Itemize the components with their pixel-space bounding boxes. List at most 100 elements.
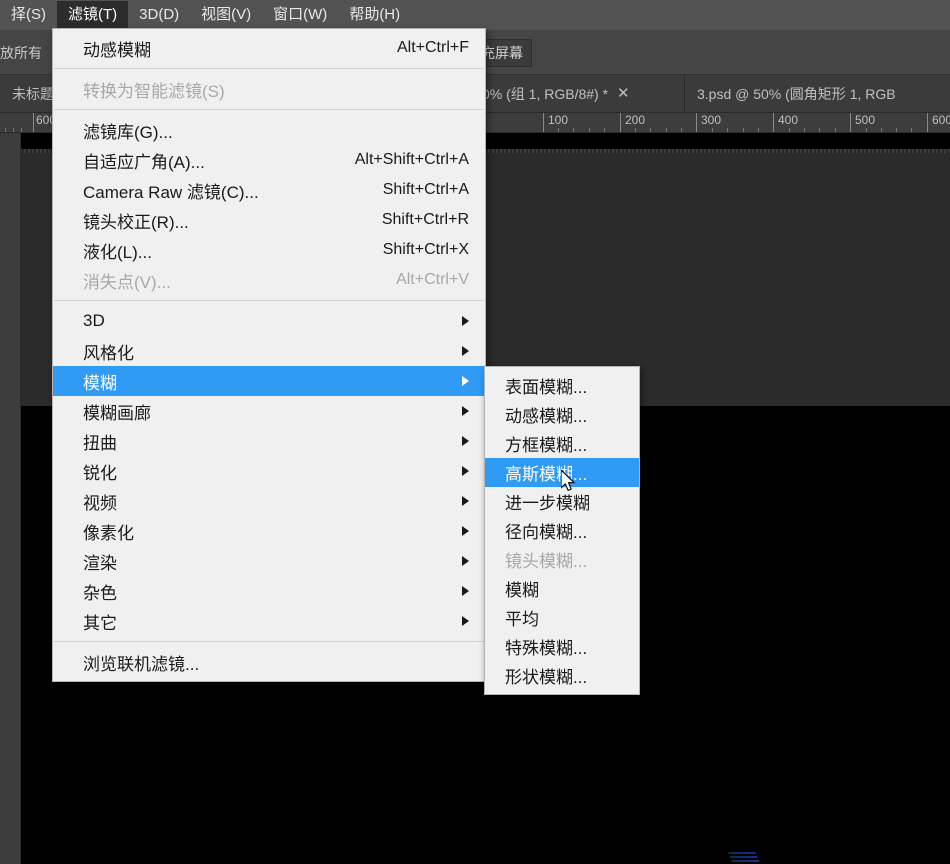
- filter-menu-panel: 动感模糊 Alt+Ctrl+F 转换为智能滤镜(S) 滤镜库(G)... 自适应广角(A…: [52, 28, 486, 682]
- chevron-right-icon: [462, 526, 469, 536]
- menu-item-label: 自适应广角(A)...: [83, 152, 205, 172]
- menu-item: 转换为智能滤镜(S): [53, 74, 485, 104]
- submenu-item[interactable]: 形状模糊...: [485, 661, 639, 690]
- menu-item-label: 消失点(V)...: [83, 272, 171, 292]
- menu-item-label: 锐化: [83, 463, 117, 483]
- menubar-item-view[interactable]: 视图(V): [190, 1, 262, 29]
- submenu-item: 镜头模糊...: [485, 545, 639, 574]
- menu-item-label: 转换为智能滤镜(S): [83, 81, 225, 101]
- canvas-artwork-stripes: [700, 822, 950, 864]
- menu-item: 消失点(V)... Alt+Ctrl+V: [53, 265, 485, 295]
- menu-item-shortcut: Alt+Ctrl+F: [396, 39, 469, 56]
- menu-item-label: 像素化: [83, 523, 134, 543]
- menu-bar: 择(S) 滤镜(T) 3D(D) 视图(V) 窗口(W) 帮助(H): [0, 0, 950, 30]
- menu-item[interactable]: 模糊画廊: [53, 396, 485, 426]
- menu-item[interactable]: 模糊: [53, 366, 485, 396]
- submenu-item-label: 径向模糊...: [505, 523, 588, 542]
- ruler-label: 200: [625, 113, 646, 127]
- chevron-right-icon: [462, 496, 469, 506]
- menu-item[interactable]: 滤镜库(G)...: [53, 115, 485, 145]
- menu-item[interactable]: 锐化: [53, 456, 485, 486]
- submenu-item[interactable]: 平均: [485, 603, 639, 632]
- menu-item[interactable]: 杂色: [53, 576, 485, 606]
- menubar-item-help[interactable]: 帮助(H): [338, 1, 411, 29]
- submenu-item-label: 模糊: [505, 581, 539, 600]
- submenu-item-label: 平均: [505, 610, 539, 629]
- submenu-item[interactable]: 动感模糊...: [485, 400, 639, 429]
- submenu-item[interactable]: 表面模糊...: [485, 371, 639, 400]
- menu-item-shortcut: Shift+Ctrl+R: [381, 211, 469, 228]
- submenu-item-label: 镜头模糊...: [505, 552, 588, 571]
- menu-item[interactable]: 扭曲: [53, 426, 485, 456]
- menu-item-label: 液化(L)...: [83, 242, 152, 262]
- menu-item-label: Camera Raw 滤镜(C)...: [83, 182, 259, 202]
- menu-item-label: 风格化: [83, 343, 134, 363]
- tab-title: 未标题: [12, 85, 54, 102]
- menu-item[interactable]: 浏览联机滤镜...: [53, 647, 485, 677]
- menu-item[interactable]: 渲染: [53, 546, 485, 576]
- close-icon[interactable]: ✕: [617, 86, 630, 101]
- submenu-item[interactable]: 特殊模糊...: [485, 632, 639, 661]
- submenu-item-label: 动感模糊...: [505, 407, 588, 426]
- options-left-text: 放所有: [0, 45, 42, 61]
- menu-item-label: 扭曲: [83, 433, 117, 453]
- chevron-right-icon: [462, 316, 469, 326]
- menu-item-shortcut: Alt+Ctrl+V: [396, 271, 469, 288]
- submenu-item[interactable]: 径向模糊...: [485, 516, 639, 545]
- menu-separator: [54, 641, 484, 642]
- menubar-item-select[interactable]: 择(S): [0, 1, 57, 29]
- submenu-item[interactable]: 进一步模糊: [485, 487, 639, 516]
- chevron-right-icon: [462, 616, 469, 626]
- chevron-right-icon: [462, 406, 469, 416]
- menu-item-label: 镜头校正(R)...: [83, 212, 189, 232]
- ruler-label: 400: [778, 113, 799, 127]
- ruler-label: 100: [548, 113, 569, 127]
- chevron-right-icon: [462, 346, 469, 356]
- menu-item[interactable]: Camera Raw 滤镜(C)... Shift+Ctrl+A: [53, 175, 485, 205]
- menu-item[interactable]: 自适应广角(A)... Alt+Shift+Ctrl+A: [53, 145, 485, 175]
- ruler-vertical[interactable]: [0, 132, 21, 864]
- chevron-right-icon: [462, 436, 469, 446]
- submenu-item-label: 进一步模糊: [505, 494, 590, 513]
- submenu-item-label: 高斯模糊...: [505, 465, 588, 484]
- menu-item[interactable]: 3D: [53, 306, 485, 336]
- menu-item-label: 动感模糊: [83, 40, 151, 60]
- menu-item[interactable]: 像素化: [53, 516, 485, 546]
- menu-separator: [54, 68, 484, 69]
- menubar-item-filter[interactable]: 滤镜(T): [57, 1, 129, 29]
- tab-document-2[interactable]: 3.psd @ 50% (圆角矩形 1, RGB: [685, 75, 950, 112]
- menu-item-label: 杂色: [83, 583, 117, 603]
- stripes-graphic: [700, 822, 950, 864]
- menu-item-label: 模糊画廊: [83, 403, 151, 423]
- submenu-item-label: 表面模糊...: [505, 378, 588, 397]
- menu-item-label: 浏览联机滤镜...: [83, 654, 200, 674]
- ruler-label: 500: [855, 113, 876, 127]
- menu-item[interactable]: 风格化: [53, 336, 485, 366]
- tab-title: 0% (组 1, RGB/8#) *: [482, 85, 609, 102]
- menu-item-label: 模糊: [83, 373, 117, 393]
- menu-item[interactable]: 动感模糊 Alt+Ctrl+F: [53, 33, 485, 63]
- menubar-item-window[interactable]: 窗口(W): [262, 1, 338, 29]
- menubar-item-3d[interactable]: 3D(D): [128, 1, 190, 29]
- photoshop-window: 600 100 200 300 400 500 600: [0, 0, 950, 864]
- menu-item-shortcut: Alt+Shift+Ctrl+A: [354, 151, 469, 168]
- submenu-item[interactable]: 模糊: [485, 574, 639, 603]
- tab-title: 3.psd @ 50% (圆角矩形 1, RGB: [697, 85, 896, 102]
- tab-document-1[interactable]: 0% (组 1, RGB/8#) * ✕: [470, 75, 685, 112]
- menu-item[interactable]: 视频: [53, 486, 485, 516]
- menu-item-label: 视频: [83, 493, 117, 513]
- menu-item[interactable]: 镜头校正(R)... Shift+Ctrl+R: [53, 205, 485, 235]
- submenu-item[interactable]: 方框模糊...: [485, 429, 639, 458]
- menu-item[interactable]: 其它: [53, 606, 485, 636]
- chevron-right-icon: [462, 376, 469, 386]
- menu-item-label: 3D: [83, 311, 105, 330]
- submenu-item-label: 特殊模糊...: [505, 639, 588, 658]
- blur-submenu-panel: 表面模糊... 动感模糊... 方框模糊... 高斯模糊... 进一步模糊径向模糊...…: [484, 366, 640, 695]
- submenu-item-label: 方框模糊...: [505, 436, 588, 455]
- menu-separator: [54, 300, 484, 301]
- submenu-item-label: 形状模糊...: [505, 668, 588, 687]
- menu-bar-items: 择(S) 滤镜(T) 3D(D) 视图(V) 窗口(W) 帮助(H): [0, 0, 950, 30]
- submenu-item[interactable]: 高斯模糊...: [485, 458, 639, 487]
- menu-item[interactable]: 液化(L)... Shift+Ctrl+X: [53, 235, 485, 265]
- chevron-right-icon: [462, 586, 469, 596]
